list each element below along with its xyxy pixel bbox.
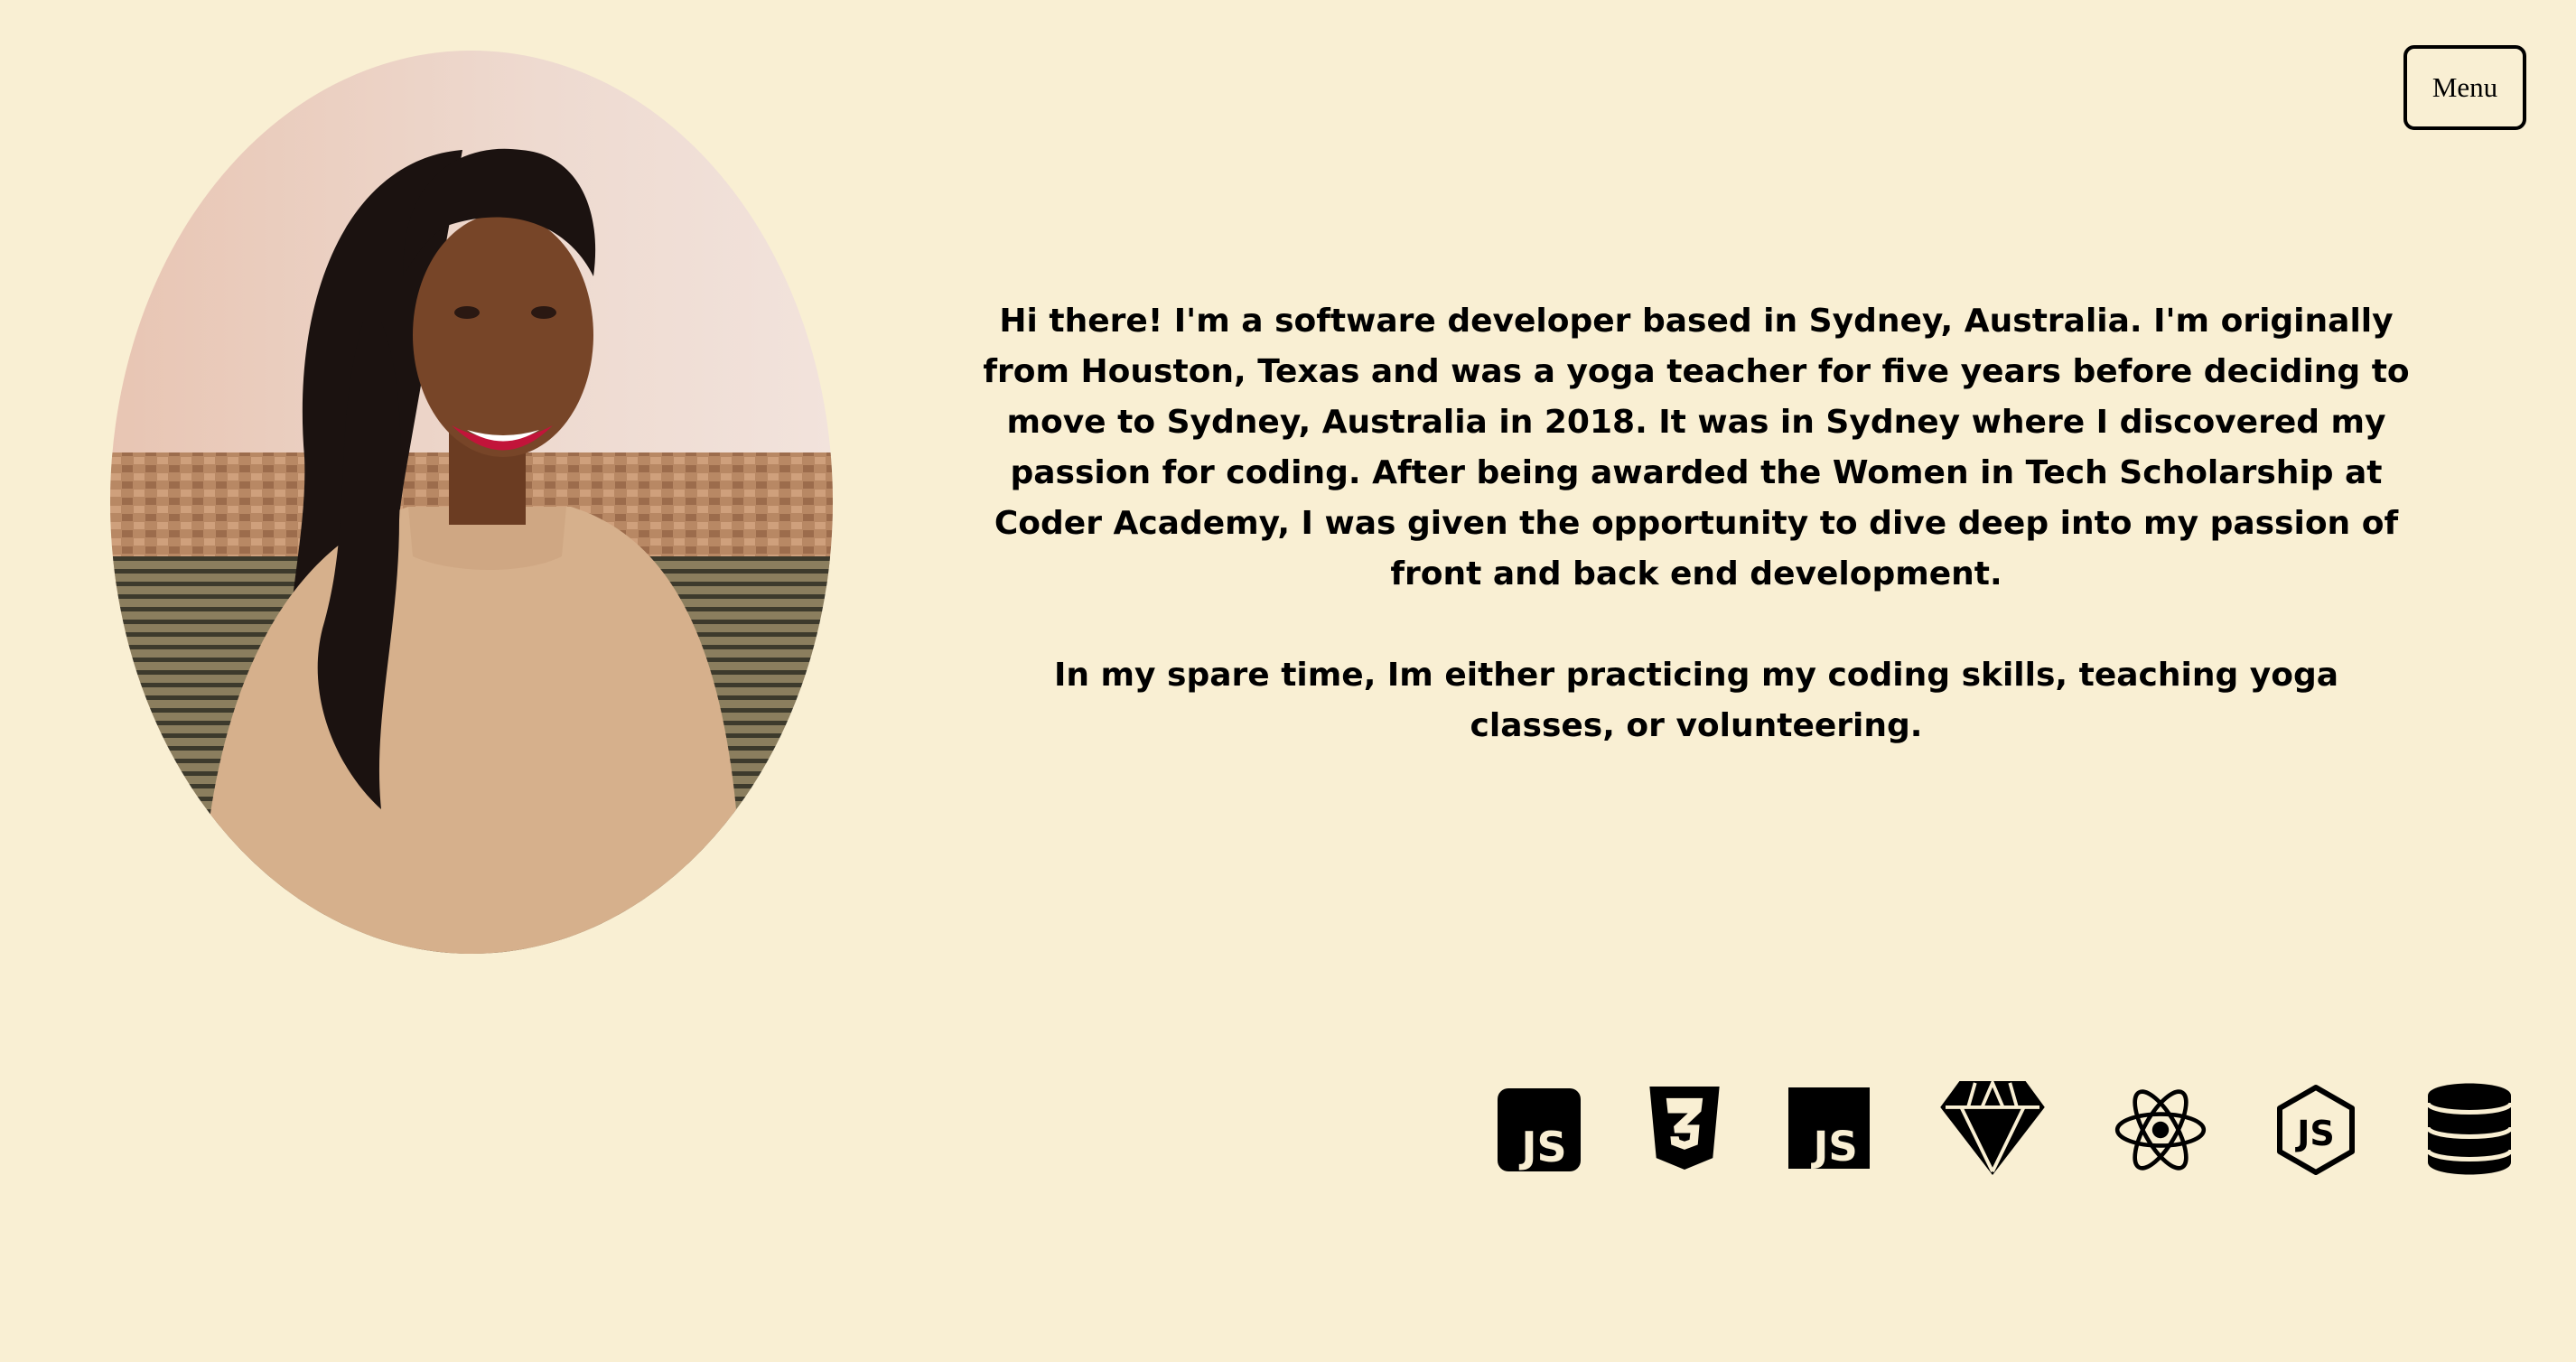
database-icon[interactable] — [2428, 1083, 2511, 1175]
css3-icon[interactable] — [1649, 1087, 1720, 1170]
nodejs-icon[interactable]: JS — [2274, 1084, 2357, 1176]
bio-section: Hi there! I'm a software developer based… — [980, 296, 2413, 751]
javascript-rounded-icon[interactable]: JS — [1498, 1088, 1581, 1171]
bio-paragraph: In my spare time, Im either practicing m… — [1053, 657, 2339, 744]
portrait-photo-icon — [110, 51, 833, 954]
bio-paragraph: Hi there! I'm a software developer based… — [983, 303, 2410, 592]
profile-photo — [110, 51, 833, 954]
react-icon[interactable] — [2114, 1088, 2207, 1171]
javascript-square-icon[interactable]: JS — [1788, 1087, 1870, 1169]
menu-button[interactable]: Menu — [2403, 45, 2526, 130]
sass-gem-icon[interactable] — [1940, 1081, 2045, 1175]
menu-button-label: Menu — [2431, 71, 2498, 103]
svg-text:JS: JS — [2294, 1114, 2335, 1153]
svg-text:JS: JS — [1518, 1123, 1566, 1171]
svg-text:JS: JS — [1811, 1123, 1858, 1169]
